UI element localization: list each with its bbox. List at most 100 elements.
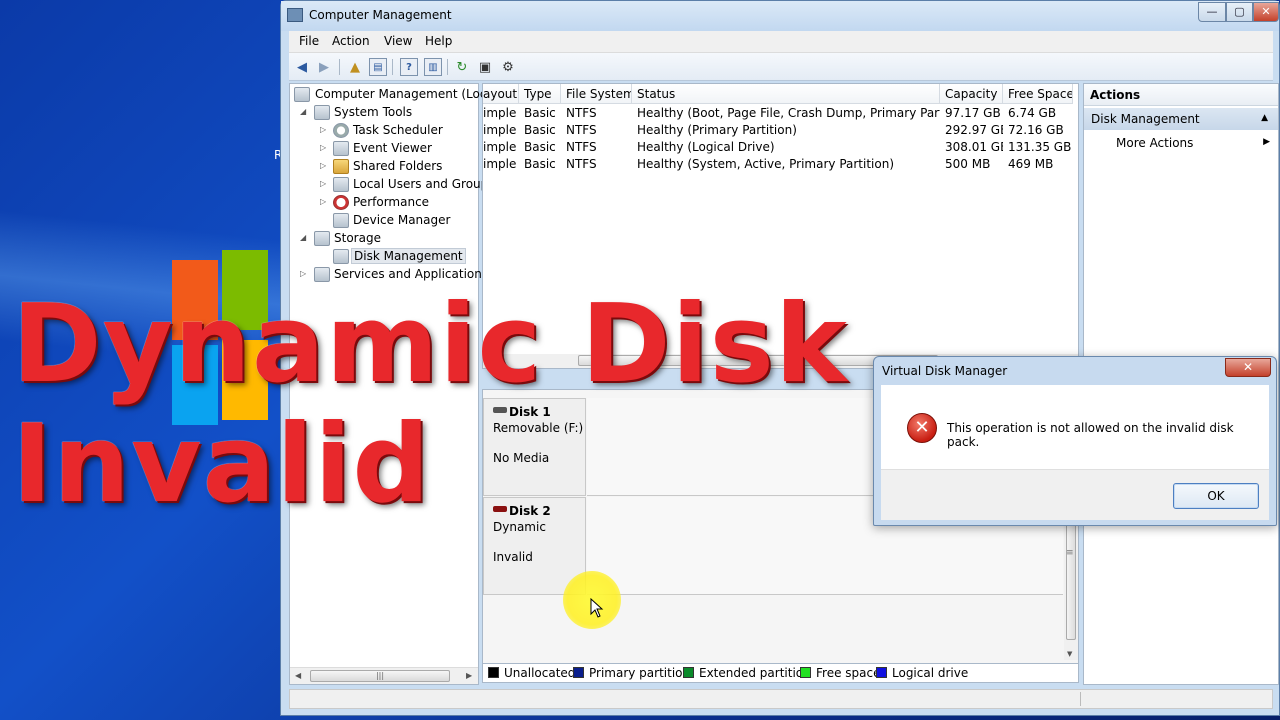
toolbar-separator [447, 59, 448, 75]
volume-layout[interactable]: imple [483, 123, 519, 137]
disk-view-vertical-scrollbar[interactable]: ≡ ▼ [1064, 510, 1078, 660]
refresh-icon[interactable]: ↻ [453, 58, 471, 76]
settings-icon[interactable]: ⚙ [499, 58, 517, 76]
scroll-right-icon[interactable]: ▶ [466, 671, 472, 680]
volume-type[interactable]: Basic [519, 123, 561, 137]
volume-file-system[interactable]: NTFS [561, 123, 632, 137]
volume-status[interactable]: Healthy (Primary Partition) [632, 123, 940, 137]
scrollbar-grip-icon: ≡ [1066, 548, 1074, 558]
volume-layout[interactable]: imple [483, 106, 519, 120]
volume-free-space[interactable]: 469 MB [1003, 157, 1073, 171]
column-type[interactable]: Type [519, 84, 561, 104]
legend-swatch [800, 667, 811, 678]
tools-icon [314, 105, 330, 120]
dialog-title: Virtual Disk Manager [882, 364, 1008, 378]
volume-file-system[interactable]: NTFS [561, 157, 632, 171]
actions-header: Actions [1084, 84, 1278, 106]
volume-type[interactable]: Basic [519, 140, 561, 154]
collapsed-arrow-icon[interactable]: ▷ [320, 179, 326, 188]
column-layout[interactable]: ayout [483, 84, 519, 104]
title-bar[interactable]: Computer Management — ▢ ✕ [281, 1, 1279, 31]
removable-disk-icon [493, 407, 507, 413]
volume-capacity[interactable]: 500 MB [940, 157, 1003, 171]
volume-file-system[interactable]: NTFS [561, 106, 632, 120]
scrollbar-thumb[interactable]: ||| [310, 670, 450, 682]
volume-status[interactable]: Healthy (System, Active, Primary Partiti… [632, 157, 940, 171]
column-file-system[interactable]: File System [561, 84, 632, 104]
computer-icon [294, 87, 310, 102]
column-free-space[interactable]: Free Space [1003, 84, 1073, 104]
collapsed-arrow-icon[interactable]: ▷ [320, 125, 326, 134]
more-actions-item[interactable]: More Actions [1116, 136, 1193, 150]
volume-status[interactable]: Healthy (Logical Drive) [632, 140, 940, 154]
legend-logical-drive: Logical drive [876, 666, 968, 680]
ok-button[interactable]: OK [1173, 483, 1259, 509]
volume-free-space[interactable]: 72.16 GB [1003, 123, 1073, 137]
collapsed-arrow-icon[interactable]: ▷ [300, 269, 306, 278]
menu-view[interactable]: View [384, 34, 412, 48]
close-button[interactable]: ✕ [1253, 2, 1279, 22]
overlay-title-line-2: Invalid [12, 402, 431, 527]
help-icon[interactable]: ? [400, 58, 418, 76]
toolbar: ◀ ▶ ▲ ▤ ? ▥ ↻ ▣ ⚙ [289, 53, 1273, 81]
volume-capacity[interactable]: 308.01 GB [940, 140, 1003, 154]
volume-free-space[interactable]: 131.35 GB [1003, 140, 1073, 154]
volume-type[interactable]: Basic [519, 157, 561, 171]
disk-management-icon [333, 249, 349, 264]
legend-swatch [876, 667, 887, 678]
volume-layout[interactable]: imple [483, 140, 519, 154]
scrollbar-thumb[interactable] [1066, 510, 1076, 640]
expanded-arrow-icon[interactable]: ◢ [300, 233, 306, 242]
status-bar [289, 689, 1273, 709]
volume-file-system[interactable]: NTFS [561, 140, 632, 154]
properties-icon[interactable]: ▣ [476, 58, 494, 76]
volume-free-space[interactable]: 6.74 GB [1003, 106, 1073, 120]
column-status[interactable]: Status [632, 84, 940, 104]
forward-arrow-icon[interactable]: ▶ [315, 58, 333, 76]
menu-file[interactable]: File [299, 34, 319, 48]
volume-status[interactable]: Healthy (Boot, Page File, Crash Dump, Pr… [632, 106, 940, 120]
toolbar-separator [339, 59, 340, 75]
collapse-caret-icon[interactable]: ▲ [1261, 113, 1268, 123]
mouse-pointer-icon [590, 598, 604, 618]
volume-capacity[interactable]: 292.97 GB [940, 123, 1003, 137]
legend-unallocated: Unallocated [488, 666, 575, 680]
scroll-down-icon[interactable]: ▼ [1067, 650, 1072, 658]
column-capacity[interactable]: Capacity [940, 84, 1003, 104]
volume-capacity[interactable]: 97.17 GB [940, 106, 1003, 120]
show-hide-tree-icon[interactable]: ▤ [369, 58, 387, 76]
users-icon [333, 177, 349, 192]
back-arrow-icon[interactable]: ◀ [293, 58, 311, 76]
dialog-close-button[interactable]: ✕ [1225, 358, 1271, 377]
actions-section-disk-management[interactable]: Disk Management ▲ [1084, 108, 1278, 130]
menu-help[interactable]: Help [425, 34, 452, 48]
shared-folder-icon [333, 159, 349, 174]
status-divider [1080, 692, 1081, 706]
menu-action[interactable]: Action [332, 34, 370, 48]
legend-swatch [573, 667, 584, 678]
collapsed-arrow-icon[interactable]: ▷ [320, 143, 326, 152]
clock-icon [333, 123, 349, 138]
tree-horizontal-scrollbar[interactable]: ◀ ||| ▶ [290, 667, 478, 684]
disk-1-label[interactable]: Disk 1 Removable (F:) No Media [483, 398, 586, 496]
collapsed-arrow-icon[interactable]: ▷ [320, 161, 326, 170]
volume-type[interactable]: Basic [519, 106, 561, 120]
disk-legend: Unallocated Primary partition Extended p… [482, 663, 1079, 683]
submenu-arrow-icon[interactable]: ▶ [1263, 137, 1270, 147]
scroll-left-icon[interactable]: ◀ [295, 671, 301, 680]
legend-primary-partition: Primary partition [573, 666, 690, 680]
virtual-disk-manager-dialog: Virtual Disk Manager ✕ ✕ This operation … [873, 356, 1277, 526]
expanded-arrow-icon[interactable]: ◢ [300, 107, 306, 116]
show-hide-action-pane-icon[interactable]: ▥ [424, 58, 442, 76]
computer-management-icon [287, 8, 303, 22]
overlay-title-line-1: Dynamic Disk [12, 282, 848, 407]
up-folder-icon[interactable]: ▲ [346, 58, 364, 76]
storage-icon [314, 231, 330, 246]
minimize-button[interactable]: — [1198, 2, 1226, 22]
toolbar-separator [392, 59, 393, 75]
collapsed-arrow-icon[interactable]: ▷ [320, 197, 326, 206]
volume-layout[interactable]: imple [483, 157, 519, 171]
maximize-button[interactable]: ▢ [1226, 2, 1253, 22]
menu-bar: File Action View Help [289, 31, 1273, 53]
legend-swatch [488, 667, 499, 678]
